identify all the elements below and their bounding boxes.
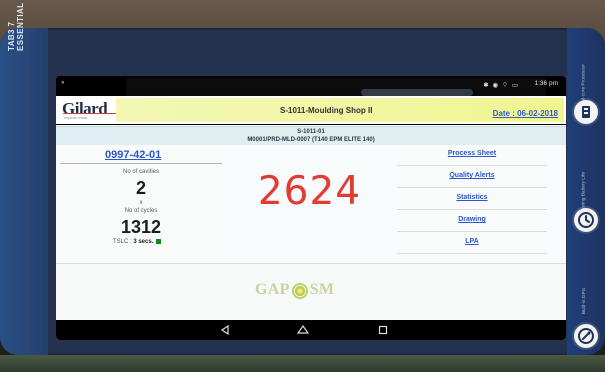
quality-alerts-link[interactable]: Quality Alerts [397,172,547,179]
android-nav-bar [56,320,566,340]
cycles-label: No of cycles [124,208,158,214]
footer-logo: GAP SM [56,275,566,315]
app-header: Gilard explore more S-1011-Moulding Shop… [56,96,566,124]
tablet-screen: ● ✱ ◉ ⌔ ▭ 1:36 pm Gilard explore more S-… [56,76,566,340]
production-panel: 0997-42-01 No of cavities 2 x No of cycl… [56,145,566,264]
photo-scene: TAB3 7 ESSENTIAL Dual-core Processor Lon… [0,0,605,372]
back-icon[interactable] [218,323,232,337]
link-row-lpa: LPA [397,233,547,254]
gaposm-logo: GAP SM [255,281,334,303]
part-number-link[interactable]: 0997-42-01 [105,149,161,161]
main-content: S-1011-01 M0001/PRD-MLD-0007 (T140 EPM E… [56,125,566,340]
processor-feature: Dual-core Processor [574,62,598,124]
link-row-quality-alerts: Quality Alerts [397,167,547,188]
gaposm-o-mark [291,283,308,300]
gaposm-right-text: SM [309,281,335,298]
device-brand-line1: TAB3 7 [7,21,16,51]
device-brand: TAB3 7 ESSENTIAL [7,3,25,52]
logo-tagline: explore more [64,115,88,120]
page-title: S-1011-Moulding Shop II [280,106,373,115]
tablet-frame: TAB3 7 ESSENTIAL Dual-core Processor Lon… [0,3,605,355]
tslc-value: 3 secs. [133,239,154,246]
status-indicator [156,239,162,244]
part-divider [60,163,222,164]
status-time: 1:36 pm [534,80,559,87]
count-panel: 2624 [222,145,398,263]
device-brand-line2: ESSENTIAL [16,2,25,52]
home-icon[interactable] [296,323,310,337]
link-row-statistics: Statistics [397,189,547,210]
link-row-process-sheet: Process Sheet [397,145,547,166]
cavities-value: 2 [135,178,146,198]
machine-header: S-1011-01 M0001/PRD-MLD-0007 (T140 EPM E… [56,126,566,146]
drawing-link[interactable]: Drawing [397,216,547,223]
company-logo: Gilard explore more [62,99,120,121]
processor-icon [574,100,598,124]
link-row-drawing: Drawing [397,211,547,232]
battery-life-icon [574,208,598,232]
multiply-symbol: x [139,200,143,206]
statistics-link[interactable]: Statistics [397,194,547,201]
desk-surface [0,355,605,372]
status-bar: ● ✱ ◉ ⌔ ▭ 1:36 pm [56,76,566,93]
links-panel: Process Sheet Quality Alerts Statistics … [397,145,547,263]
cavities-label: No of cavities [122,169,159,175]
battery-feature: Long-lasting Battery Life [574,170,598,232]
gps-icon [574,324,598,348]
status-icons: ✱ ◉ ⌔ ▭ [483,82,519,89]
tslc-label: TSLC : [113,239,134,246]
right-bezel: Dual-core Processor Long-lasting Battery… [567,28,605,355]
gaposm-left-text: GAP [255,281,290,298]
machine-description: M0001/PRD-MLD-0007 (T140 EPM ELITE 140) [247,137,375,143]
notification-dot-icon: ● [61,80,65,86]
process-sheet-link[interactable]: Process Sheet [397,150,547,157]
logo-stripe [63,113,116,114]
lpa-link[interactable]: LPA [397,238,547,245]
machine-id: S-1011-01 [297,129,325,135]
production-count: 2624 [257,169,362,214]
date-label: Date : 06-02-2018 [492,109,558,118]
header-band: S-1011-Moulding Shop II Date : 06-02-201… [116,98,564,122]
part-stats-panel: 0997-42-01 No of cavities 2 x No of cycl… [60,145,223,263]
tslc-status: TSLC : 3 secs. [113,239,162,246]
gps-label: Built-in GPS [582,288,587,315]
recent-apps-icon[interactable] [376,323,390,337]
cycles-value: 1312 [120,217,162,237]
gps-feature: Built-in GPS [574,286,598,348]
left-bezel: TAB3 7 ESSENTIAL [0,3,48,355]
